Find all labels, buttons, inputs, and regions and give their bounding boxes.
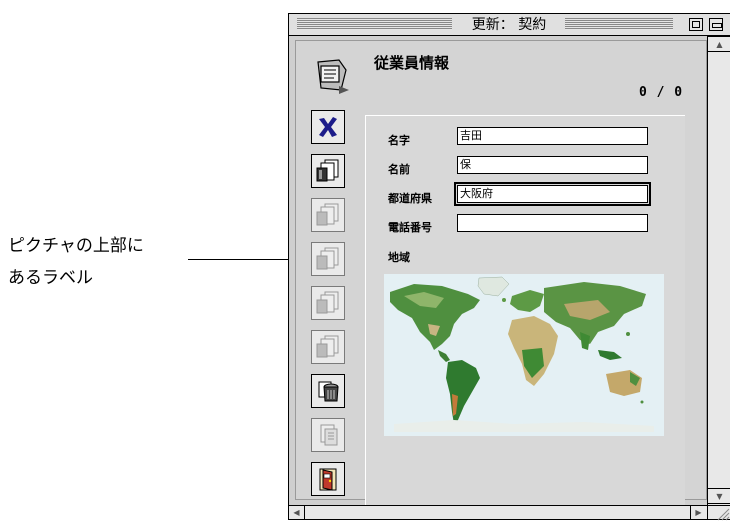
form-document-icon: [315, 58, 349, 98]
previous-record-button[interactable]: [311, 198, 345, 232]
first-record-button[interactable]: [311, 154, 345, 188]
exit-button[interactable]: [311, 462, 345, 496]
print-icon: [320, 424, 338, 446]
record-counter: 0 / 0: [639, 85, 684, 100]
callout-label-line2: あるラベル: [8, 268, 93, 288]
next-record-button[interactable]: [311, 242, 345, 276]
phone-number-field[interactable]: [457, 214, 648, 232]
trash-button[interactable]: [311, 374, 345, 408]
form-title: 従業員情報: [374, 54, 450, 72]
prefecture-label: 都道府県: [388, 192, 432, 205]
last-name-field[interactable]: 吉田: [457, 127, 648, 145]
world-map-picture[interactable]: [384, 274, 664, 436]
add-record-icon: [316, 335, 339, 358]
phone-number-label: 電話番号: [388, 221, 432, 234]
add-record-button[interactable]: [311, 330, 345, 364]
scroll-right-arrow[interactable]: ▶: [690, 506, 706, 519]
last-name-label: 名字: [388, 134, 410, 147]
first-name-field[interactable]: 保: [457, 156, 648, 174]
update-window: 更新： 契約 従業員情報 0 / 0 名字 吉田 名前 保 都道府県 大阪府 電…: [288, 13, 730, 521]
delete-x-icon: [319, 117, 337, 137]
scroll-up-arrow[interactable]: ▲: [708, 36, 730, 52]
prefecture-field[interactable]: 大阪府: [454, 182, 651, 206]
vertical-scrollbar[interactable]: ▲ ▼: [707, 36, 730, 505]
previous-record-icon: [316, 203, 339, 226]
first-name-label: 名前: [388, 163, 410, 176]
zoom-box-button[interactable]: [689, 18, 703, 31]
scroll-left-arrow[interactable]: ◀: [289, 506, 305, 519]
picture-label: 地域: [388, 251, 410, 264]
trash-icon: [318, 381, 339, 402]
collapse-box-button[interactable]: [709, 18, 723, 31]
first-record-icon: [316, 159, 339, 182]
last-record-button[interactable]: [311, 286, 345, 320]
scroll-down-arrow[interactable]: ▼: [708, 488, 730, 504]
resize-grip-icon[interactable]: [707, 505, 730, 521]
last-record-icon: [316, 291, 339, 314]
delete-record-button[interactable]: [311, 110, 345, 144]
horizontal-scrollbar[interactable]: ◀ ▶: [289, 505, 707, 519]
exit-door-icon: [319, 468, 337, 491]
callout-label-line1: ピクチャの上部に: [8, 236, 144, 256]
print-button[interactable]: [311, 418, 345, 452]
next-record-icon: [316, 247, 339, 270]
